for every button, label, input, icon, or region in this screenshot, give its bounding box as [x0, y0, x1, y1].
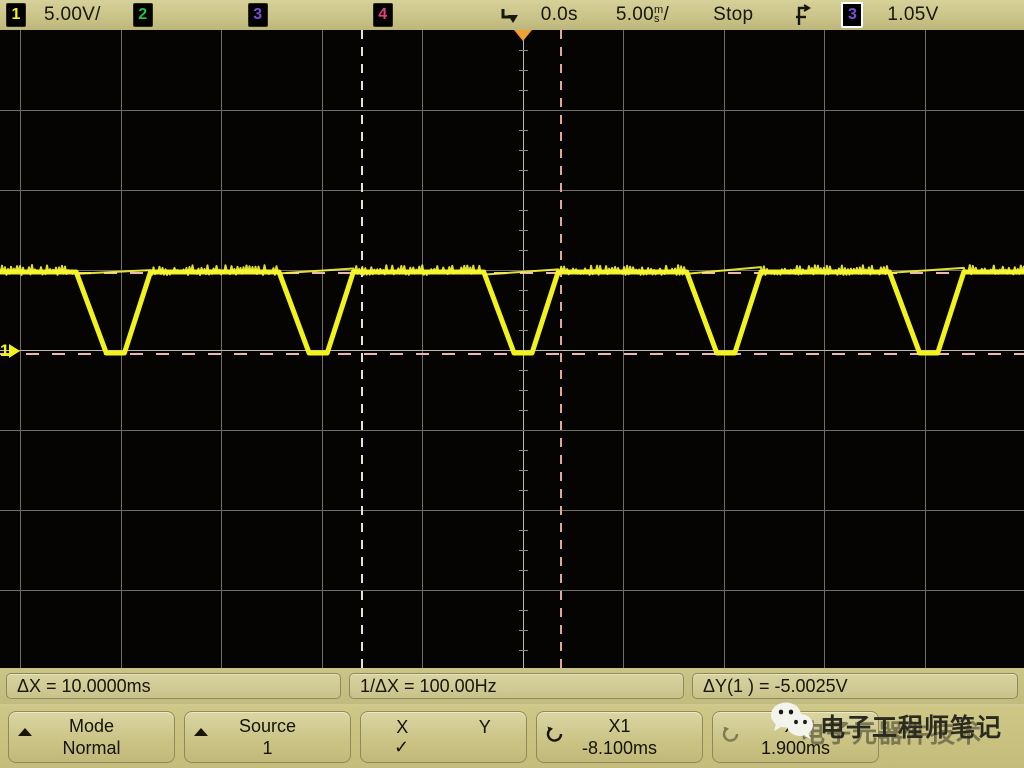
softkey-xy-select[interactable]: X Y ✓ — [360, 711, 527, 763]
channel-1-trace — [0, 30, 1024, 668]
trigger-level-value[interactable]: 1.05V — [887, 0, 938, 30]
softkey-mode-value: Normal — [9, 737, 174, 759]
softkey-x-checkmark-icon: ✓ — [361, 737, 526, 757]
timebase-value[interactable]: 5.00ms/ — [616, 0, 669, 30]
waveform-display[interactable]: 1 — [0, 30, 1024, 668]
timebase-unit: ms — [654, 6, 663, 24]
channel-4-indicator[interactable]: 4 — [373, 0, 393, 30]
knob-icon — [721, 724, 741, 744]
up-triangle-icon — [194, 728, 208, 736]
run-state[interactable]: Stop — [713, 0, 753, 30]
measurement-bar: ΔX = 10.0000ms 1/ΔX = 100.00Hz ΔY(1 ) = … — [0, 668, 1024, 704]
trigger-source-label: 3 — [848, 7, 857, 23]
channel-1-indicator[interactable]: 1 — [6, 0, 26, 30]
channel-4-badge[interactable]: 4 — [373, 3, 393, 27]
measurement-delta-x[interactable]: ΔX = 10.0000ms — [6, 673, 341, 699]
time-delay-value[interactable]: 0.0s — [541, 0, 578, 30]
rising-edge-icon[interactable] — [795, 0, 813, 30]
knob-icon — [545, 724, 565, 744]
status-bar: 1 5.00V/ 2 3 4 0.0s 5.00m — [0, 0, 1024, 30]
softkey-mode-title: Mode — [9, 715, 174, 737]
timebase-number: 5.00 — [616, 4, 654, 26]
oscilloscope-screen: 1 5.00V/ 2 3 4 0.0s 5.00m — [0, 0, 1024, 768]
softkey-source-title: Source — [185, 715, 350, 737]
channel-3-badge[interactable]: 3 — [248, 3, 268, 27]
channel-2-indicator[interactable]: 2 — [133, 0, 153, 30]
channel-1-badge[interactable]: 1 — [6, 3, 26, 27]
channel-3-indicator[interactable]: 3 — [248, 0, 268, 30]
trigger-source-indicator[interactable]: 3 — [841, 0, 863, 30]
timebase-suffix: / — [664, 4, 670, 26]
trigger-position-icon[interactable] — [497, 0, 523, 30]
measurement-one-over-delta-x[interactable]: 1/ΔX = 100.00Hz — [349, 673, 684, 699]
softkey-x2-cursor[interactable]: X2 1.900ms — [712, 711, 879, 763]
channel-4-badge-label: 4 — [378, 7, 387, 23]
softkey-mode[interactable]: Mode Normal — [8, 711, 175, 763]
channel-1-scale[interactable]: 5.00V/ — [44, 0, 101, 30]
up-triangle-icon — [18, 728, 32, 736]
softkey-x-label[interactable]: X — [396, 717, 408, 737]
channel-3-badge-label: 3 — [253, 7, 262, 23]
softkey-source-value: 1 — [185, 737, 350, 759]
softkey-bar: Mode Normal Source 1 X Y ✓ X1 -8.100ms — [0, 706, 1024, 768]
trigger-source-badge[interactable]: 3 — [841, 2, 863, 28]
softkey-x1-cursor[interactable]: X1 -8.100ms — [536, 711, 703, 763]
softkey-y-label[interactable]: Y — [479, 717, 491, 737]
channel-2-badge-label: 2 — [138, 7, 147, 23]
channel-1-badge-label: 1 — [12, 7, 21, 23]
timebase-unit-denominator: s — [654, 13, 660, 25]
measurement-delta-y[interactable]: ΔY(1 ) = -5.0025V — [692, 673, 1018, 699]
softkey-source[interactable]: Source 1 — [184, 711, 351, 763]
softkey-xy-labels: X Y — [361, 717, 526, 737]
channel-2-badge[interactable]: 2 — [133, 3, 153, 27]
